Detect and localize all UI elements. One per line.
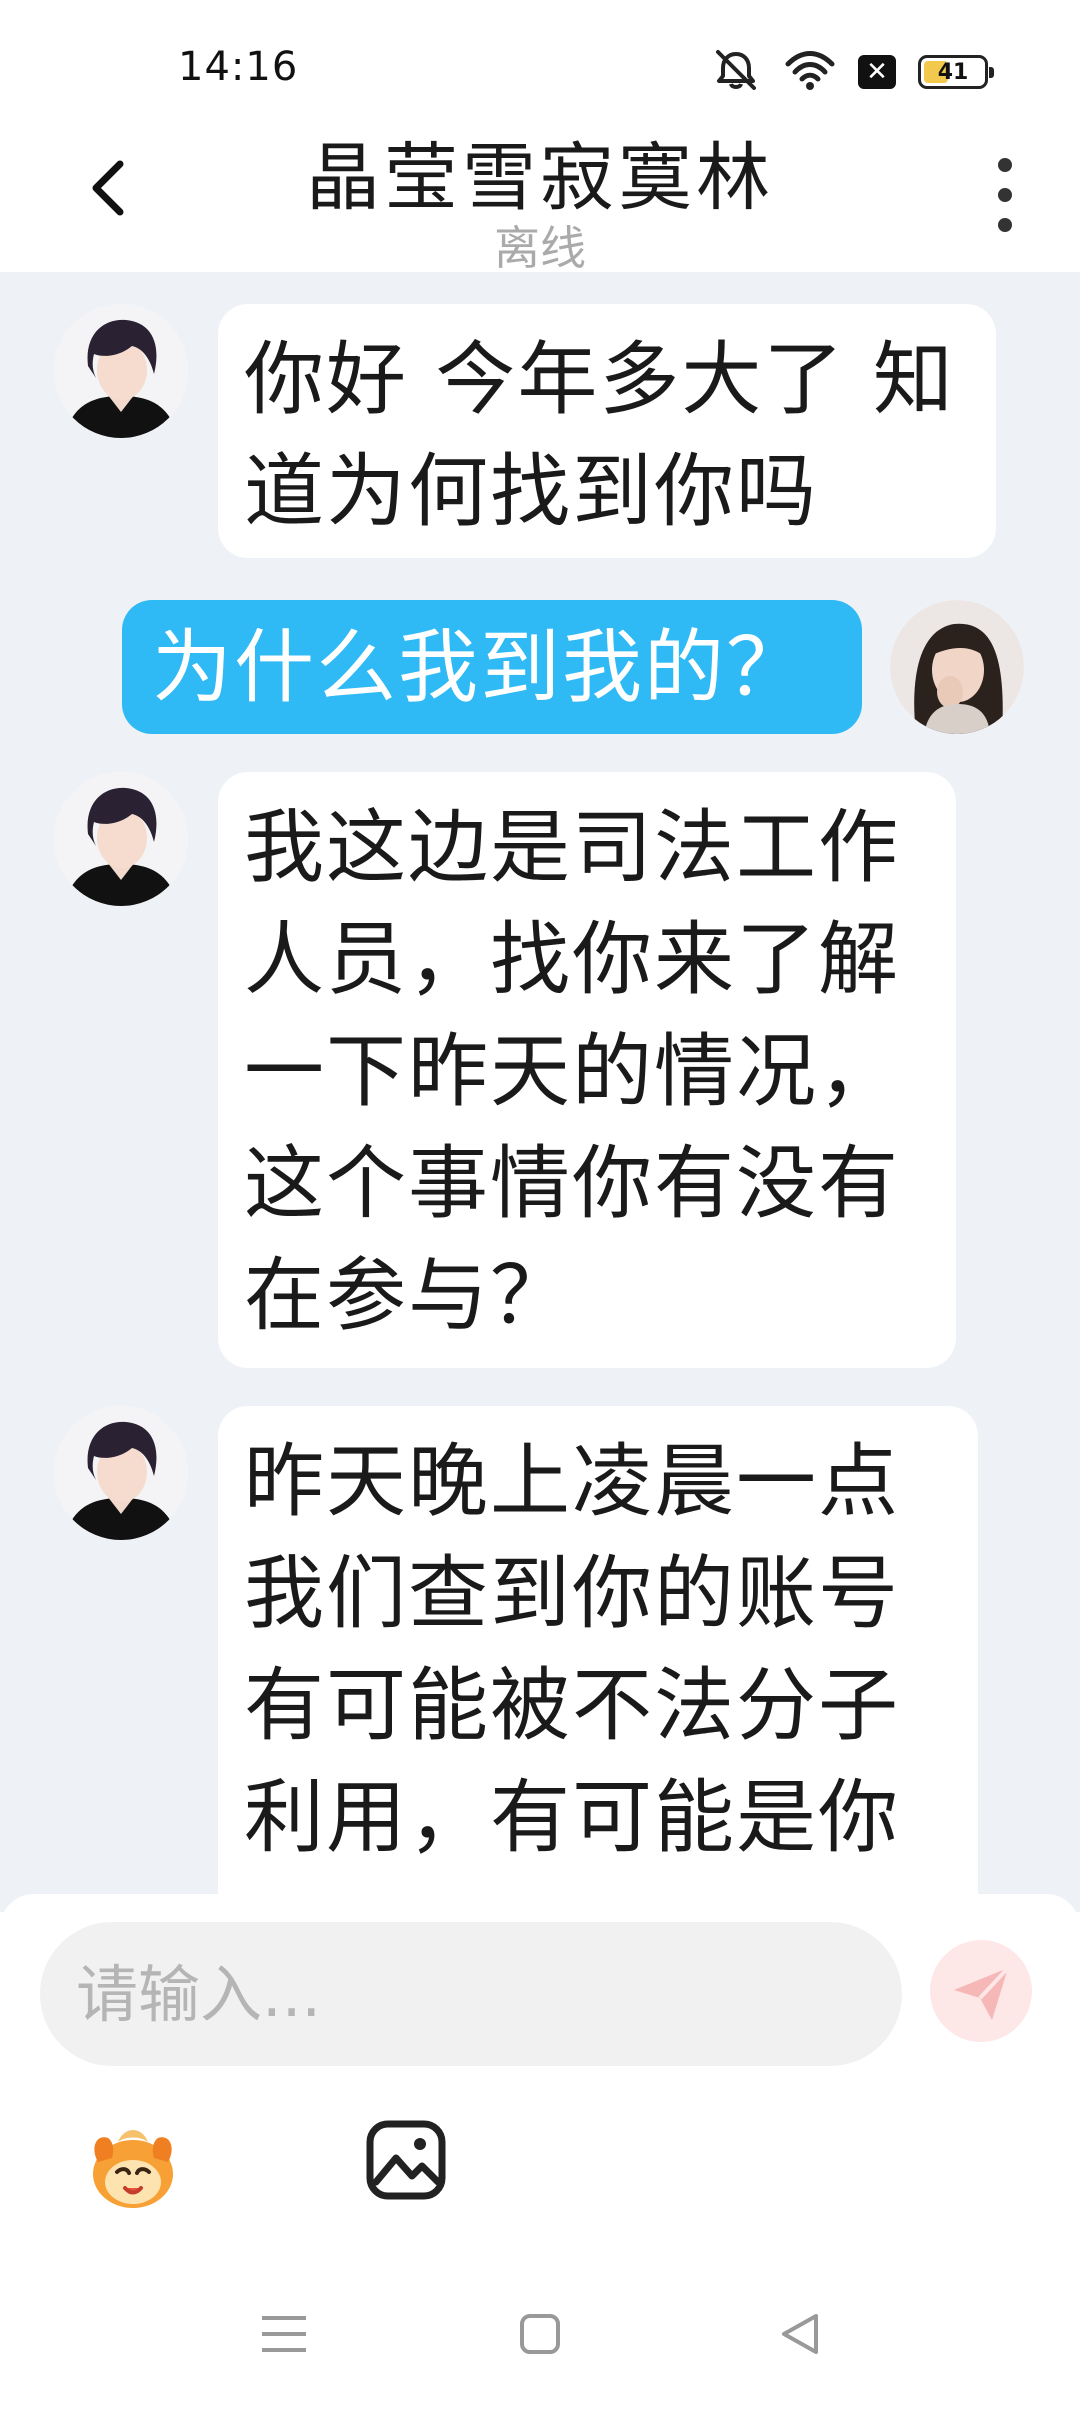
system-back-button[interactable] [770, 2304, 830, 2364]
input-panel [0, 1894, 1080, 2264]
send-button[interactable] [930, 1940, 1032, 2042]
battery-icon: 41 [918, 55, 994, 89]
emoji-mascot-icon [93, 2130, 173, 2208]
no-sim-icon: ✕ [858, 55, 896, 89]
image-icon [366, 2120, 446, 2200]
paper-plane-icon [954, 1966, 1010, 2020]
message-input[interactable] [40, 1922, 902, 2066]
wifi-icon [784, 48, 836, 96]
image-picker-button[interactable] [364, 2118, 448, 2202]
home-button[interactable] [510, 2304, 570, 2364]
contact-avatar[interactable] [54, 304, 188, 438]
contact-status: 离线 [494, 221, 586, 275]
menu-icon [262, 2316, 306, 2352]
emoji-button[interactable] [84, 2118, 182, 2214]
system-nav-bar [0, 2264, 1080, 2412]
triangle-back-icon [782, 2314, 818, 2354]
contact-name: 晶莹雪寂寞林 [306, 135, 774, 221]
message-bubble-sent[interactable]: 为什么我到我的？ [122, 600, 862, 734]
square-icon [520, 2314, 560, 2354]
more-vertical-icon [998, 158, 1012, 172]
mute-icon [710, 48, 762, 96]
contact-avatar[interactable] [54, 772, 188, 906]
status-icons: ✕ 41 [710, 48, 994, 96]
message-bubble-received[interactable]: 你好 今年多大了 知 道为何找到你吗 [218, 304, 996, 558]
chat-header: 晶莹雪寂寞林 离线 [0, 100, 1080, 275]
user-avatar[interactable] [890, 600, 1024, 734]
recent-apps-button[interactable] [254, 2304, 314, 2364]
more-options-button[interactable] [990, 158, 1020, 232]
message-bubble-received[interactable]: 昨天晚上凌晨一点 我们查到你的账号 有可能被不法分子 利用，有可能是你 [218, 1406, 978, 1912]
contact-avatar[interactable] [54, 1406, 188, 1540]
message-list[interactable]: 你好 今年多大了 知 道为何找到你吗 为什么我到我的？ 我这边是司法工作 人员，… [0, 272, 1080, 1912]
status-time: 14:16 [178, 44, 299, 90]
battery-level: 41 [937, 59, 969, 85]
message-bubble-received[interactable]: 我这边是司法工作 人员，找你来了解 一下昨天的情况， 这个事情你有没有 在参与？ [218, 772, 956, 1368]
